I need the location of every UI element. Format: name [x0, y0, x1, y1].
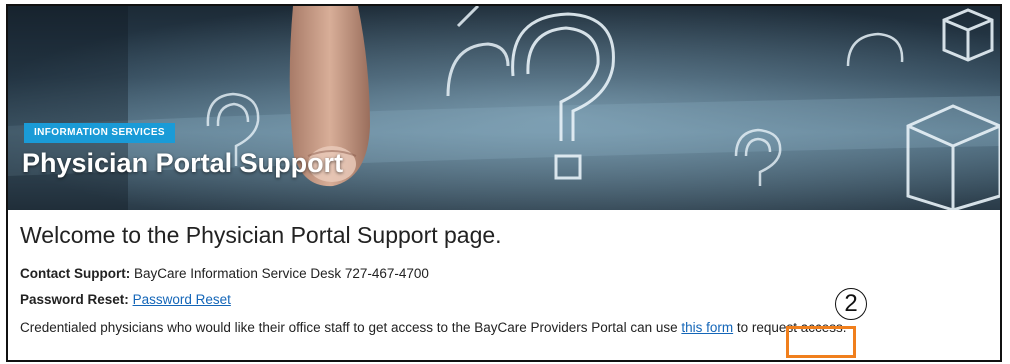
- access-request-line: Credentialed physicians who would like t…: [20, 320, 846, 335]
- access-request-text: Credentialed physicians who would like t…: [20, 320, 678, 335]
- password-reset-line: Password Reset: Password Reset: [20, 292, 231, 307]
- this-form-link[interactable]: this form: [681, 320, 733, 335]
- password-reset-link[interactable]: Password Reset: [133, 292, 231, 307]
- page-title: Physician Portal Support: [22, 148, 344, 178]
- welcome-heading: Welcome to the Physician Portal Support …: [20, 222, 502, 248]
- contact-support-line: Contact Support: BayCare Information Ser…: [20, 266, 429, 281]
- access-request-text-end: to request access.: [736, 320, 847, 335]
- category-tag: INFORMATION SERVICES: [24, 123, 175, 143]
- contact-support-label: Contact Support:: [20, 266, 131, 281]
- password-reset-label: Password Reset:: [20, 292, 129, 307]
- contact-support-value: BayCare Information Service Desk 727-467…: [134, 266, 429, 281]
- hero-background-image: [8, 6, 1000, 210]
- step-marker: 2: [835, 288, 867, 320]
- hero-banner: INFORMATION SERVICES Physician Portal Su…: [8, 6, 1000, 210]
